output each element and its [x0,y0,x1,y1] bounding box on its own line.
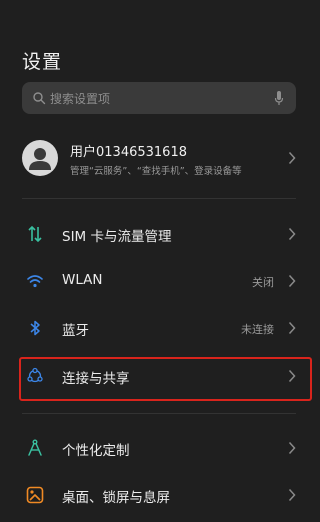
search-icon [33,92,46,105]
bluetooth-icon [30,320,40,336]
settings-item-label: SIM 卡与流量管理 [62,229,172,245]
search-placeholder: 搜索设置项 [50,92,111,106]
account-name: 用户01346531618 [70,145,187,160]
chevron-right-icon [288,321,296,335]
highlight-box [19,357,312,401]
settings-item-personalization[interactable]: 个性化定制 [0,428,318,468]
chevron-right-icon [288,274,296,288]
settings-item-label: 蓝牙 [62,323,89,339]
settings-item-desktop-lockscreen[interactable]: 桌面、锁屏与息屏 [0,475,318,515]
settings-item-label: 桌面、锁屏与息屏 [62,490,170,506]
settings-item-label: WLAN [62,272,103,288]
settings-item-sim[interactable]: SIM 卡与流量管理 [0,214,318,254]
wifi-icon [27,275,43,288]
account-row[interactable]: 用户01346531618 管理“云服务”、“查找手机”、登录设备等 [0,133,318,183]
chevron-right-icon [288,441,296,455]
user-icon [29,148,51,170]
compass-icon [28,439,42,456]
divider [22,198,296,199]
chevron-right-icon [288,488,296,502]
bluetooth-status: 未连接 [241,323,274,336]
chevron-right-icon [288,151,296,165]
wallpaper-icon [26,486,44,504]
page-title: 设置 [22,51,63,73]
divider [22,413,296,414]
wlan-status: 关闭 [252,276,274,289]
account-subtitle: 管理“云服务”、“查找手机”、登录设备等 [70,166,242,177]
settings-item-wlan[interactable]: WLAN 关闭 [0,261,318,301]
settings-item-bluetooth[interactable]: 蓝牙 未连接 [0,308,318,348]
settings-item-label: 个性化定制 [62,443,130,459]
search-bar[interactable]: 搜索设置项 [22,82,296,114]
microphone-icon[interactable] [274,90,284,106]
sim-arrows-icon [28,225,42,243]
avatar [22,140,58,176]
chevron-right-icon [288,227,296,241]
